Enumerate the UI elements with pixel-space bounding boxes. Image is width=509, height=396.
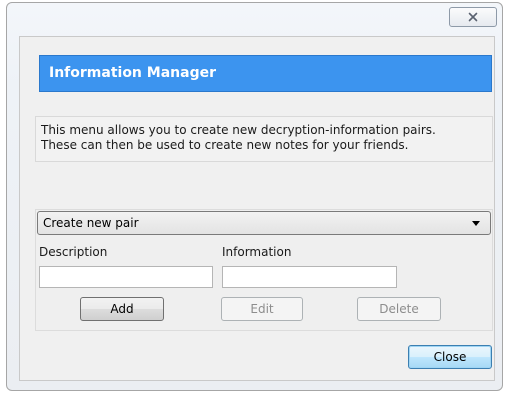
add-button[interactable]: Add — [80, 297, 164, 321]
info-text-box: This menu allows you to create new decry… — [35, 116, 493, 162]
close-x-icon — [468, 12, 478, 22]
window-close-button[interactable] — [449, 7, 497, 27]
information-label: Information — [222, 245, 292, 259]
chevron-down-icon — [472, 221, 480, 226]
pair-select-value: Create new pair — [43, 216, 139, 230]
edit-button[interactable]: Edit — [221, 297, 303, 321]
dialog-window: Information Manager This menu allows you… — [6, 2, 503, 391]
delete-button[interactable]: Delete — [357, 297, 441, 321]
pair-select-dropdown[interactable]: Create new pair — [37, 211, 491, 235]
close-button[interactable]: Close — [408, 345, 492, 369]
information-field[interactable] — [222, 266, 397, 288]
title-bar — [7, 3, 502, 29]
info-line-1: This menu allows you to create new decry… — [41, 123, 436, 137]
description-label: Description — [39, 245, 108, 259]
dialog-body: Information Manager This menu allows you… — [19, 36, 495, 381]
page-title: Information Manager — [39, 55, 492, 92]
description-field[interactable] — [39, 266, 213, 288]
info-line-2: These can then be used to create new not… — [41, 138, 409, 152]
pair-panel: Create new pair Description Information … — [35, 209, 493, 331]
